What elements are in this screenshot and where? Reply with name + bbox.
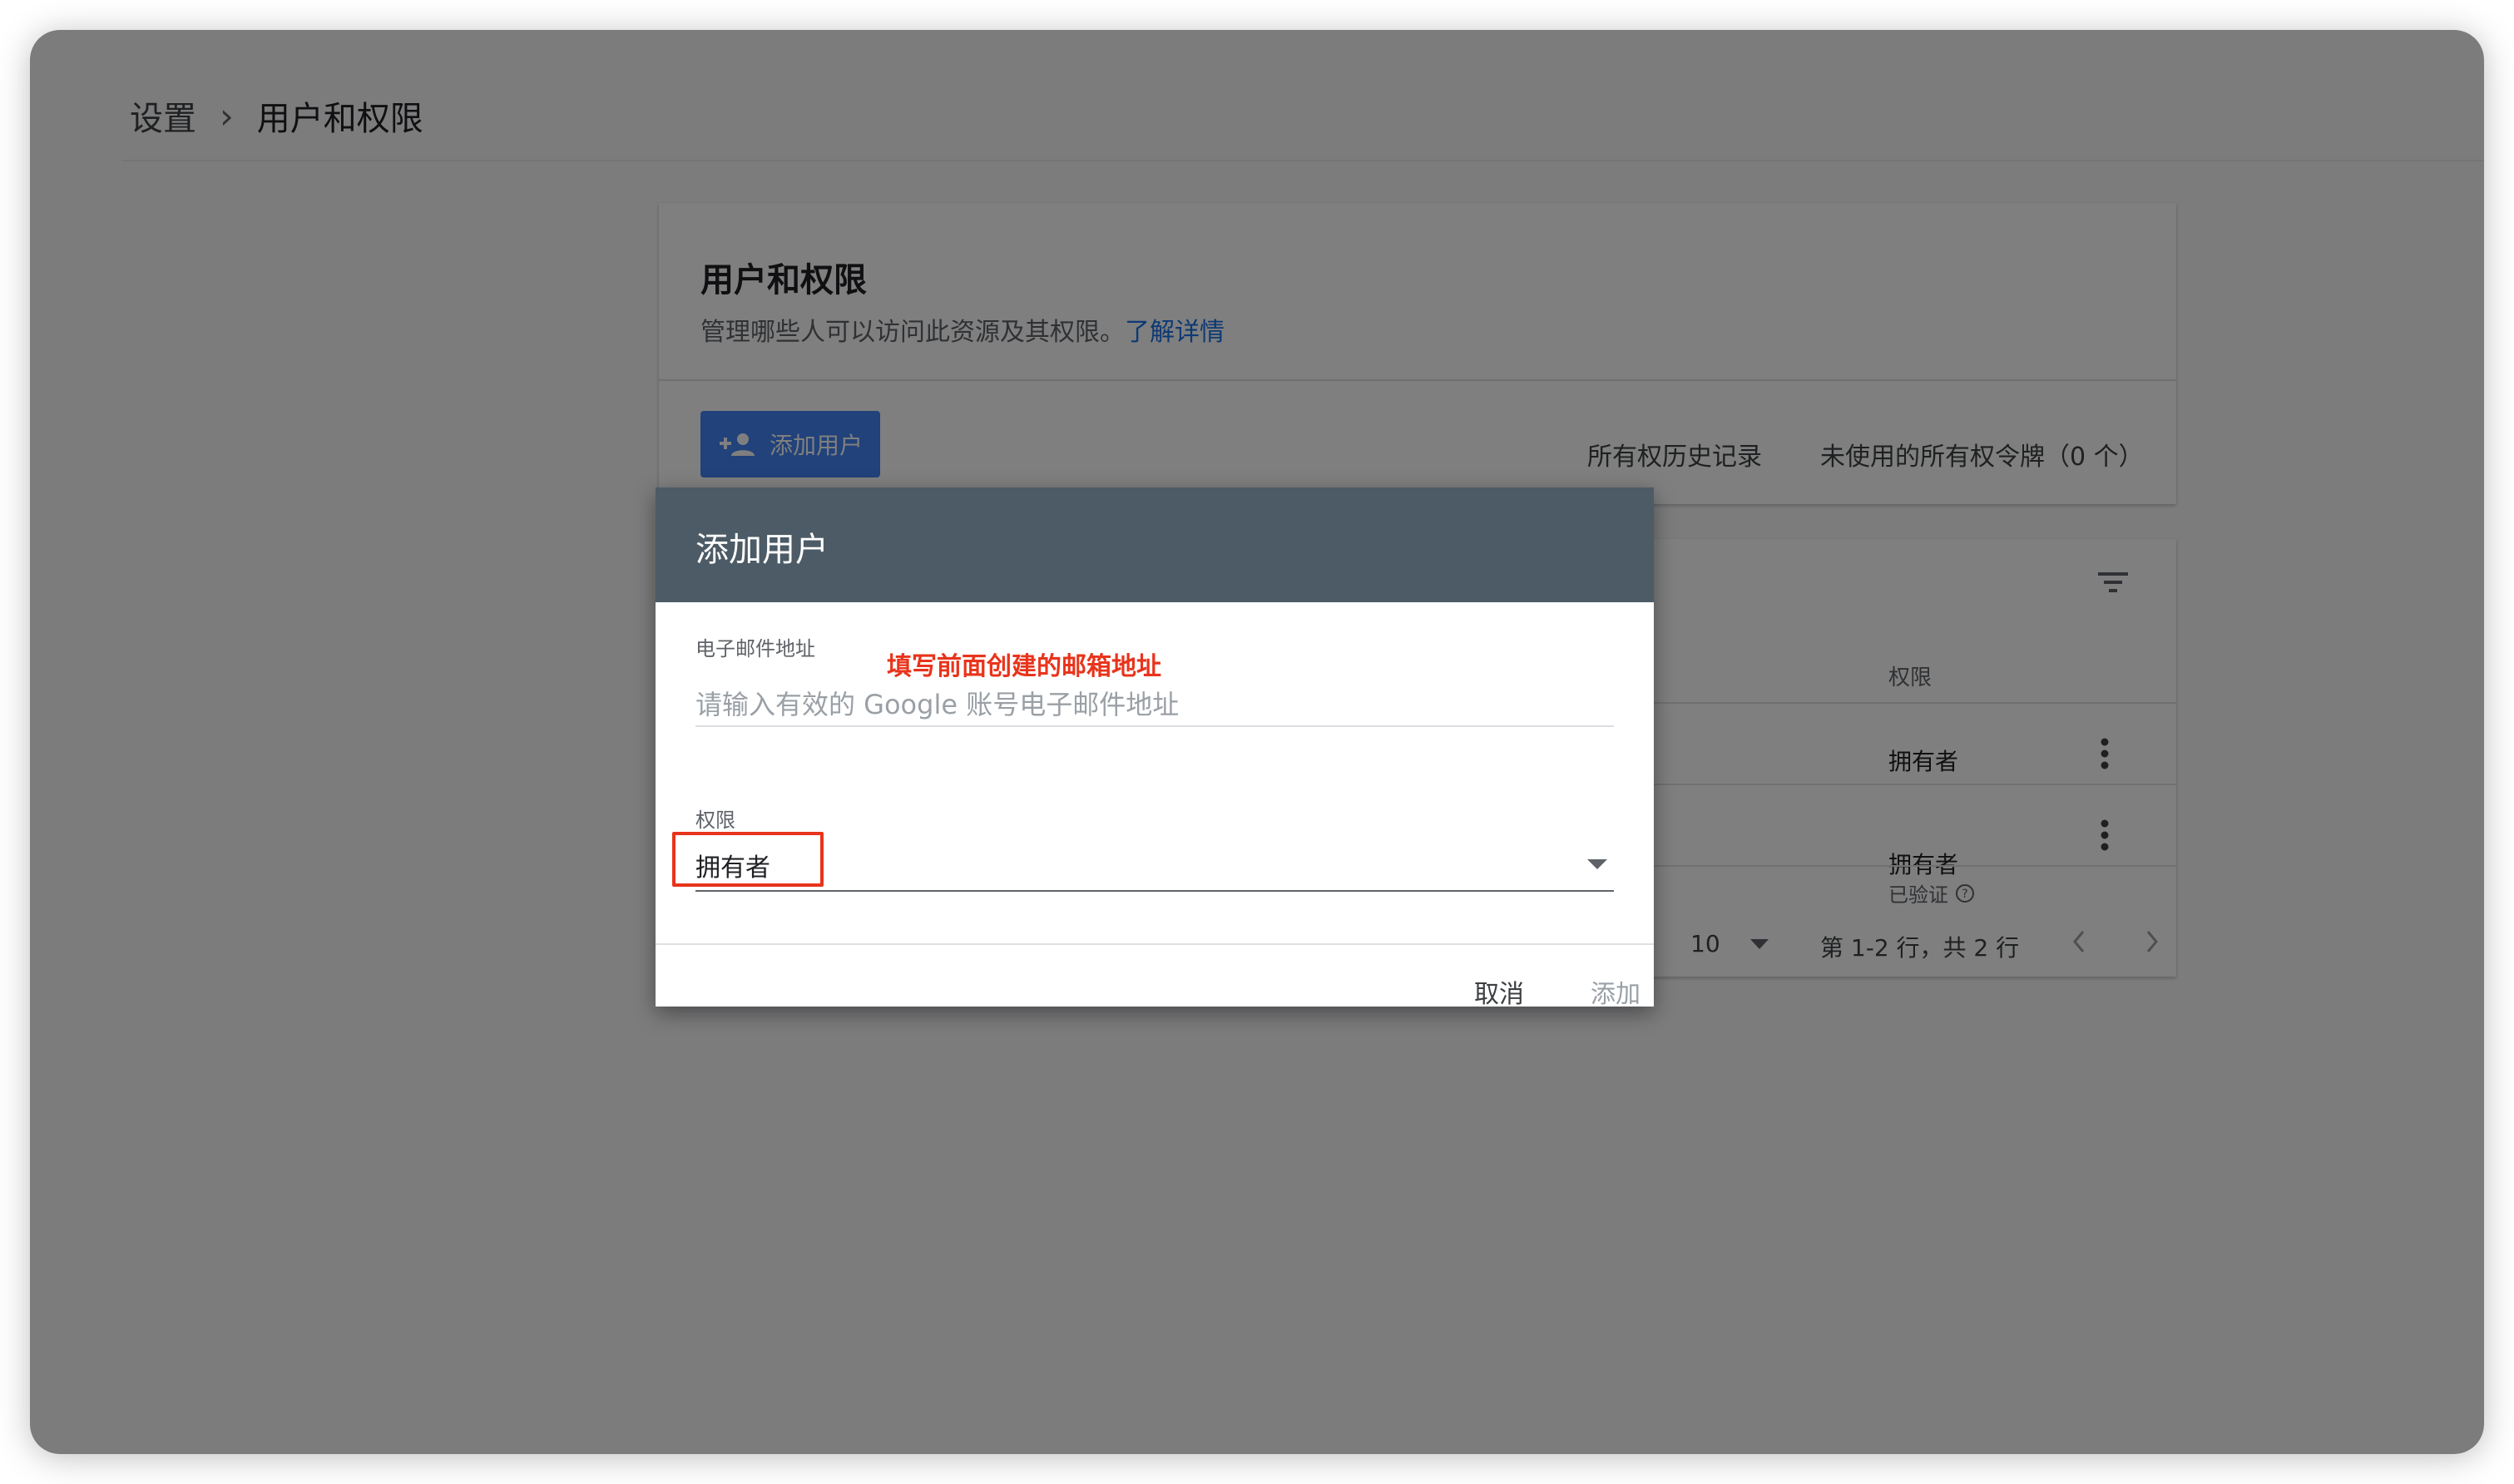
- add-button[interactable]: 添加: [1591, 973, 1641, 1010]
- permission-select[interactable]: 拥有者: [695, 835, 1614, 892]
- permission-field-label: 权限: [695, 809, 735, 832]
- dialog-title: 添加用户: [695, 531, 829, 569]
- annotation-note: 填写前面创建的邮箱地址: [887, 652, 1161, 681]
- dialog-divider: [656, 943, 1654, 945]
- cancel-button[interactable]: 取消: [1474, 973, 1524, 1010]
- email-field-label: 电子邮件地址: [695, 637, 815, 660]
- app-window: 设置 › 用户和权限 用户和权限 管理哪些人可以访问此资源及其权限。了解详情 添…: [30, 30, 2484, 1454]
- add-user-dialog: 添加用户 电子邮件地址 填写前面创建的邮箱地址 权限 拥有者 取消 添加: [656, 487, 1654, 1010]
- annotation-highlight-box: [672, 832, 824, 887]
- dropdown-arrow-icon: [1587, 857, 1607, 873]
- dialog-header: 添加用户: [656, 487, 1654, 602]
- email-field[interactable]: [695, 684, 1614, 727]
